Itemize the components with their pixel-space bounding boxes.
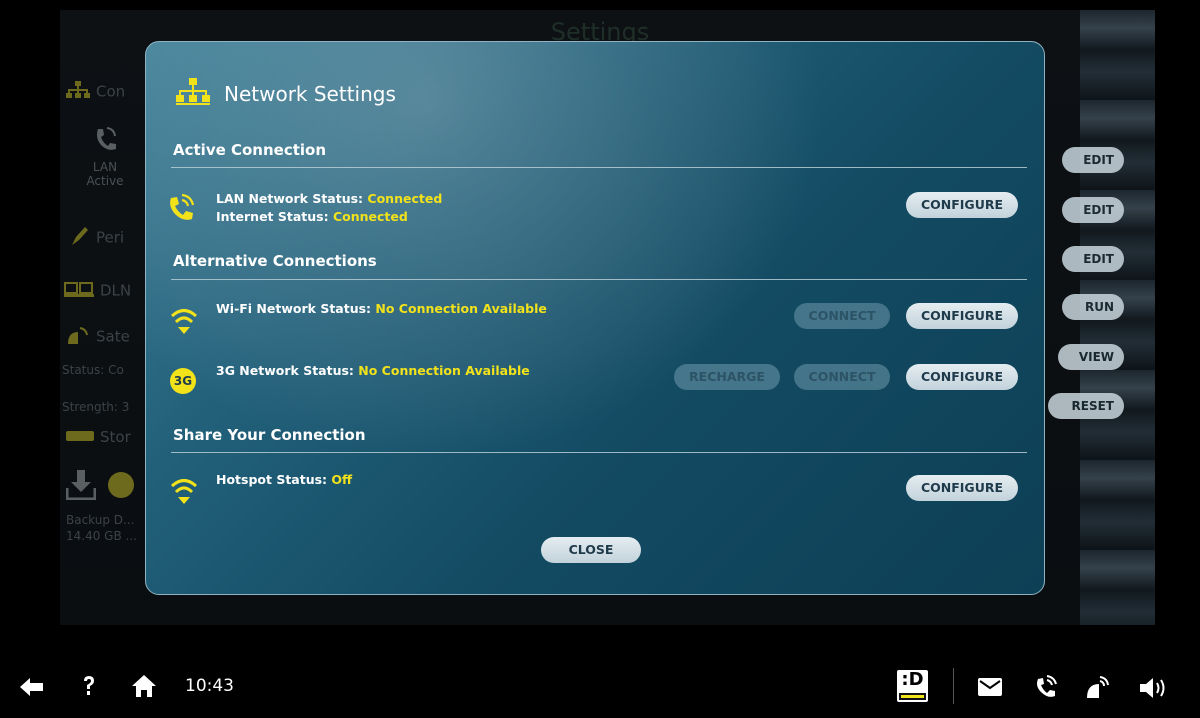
threeg-status-line: 3G Network Status: No Connection Availab… [216,363,530,378]
bg-sidebar-backup-info: Backup D... 14.40 GB ... [66,513,137,543]
bg-sidebar-backup [65,470,135,504]
section-active-connection: Active Connection [173,141,327,159]
storage-icon [66,429,94,447]
download-icon [65,470,97,504]
pie-icon [107,471,135,503]
bg-view-button: VIEW [1058,344,1124,370]
lan-row: LAN Network Status: Connected Internet S… [166,190,1026,230]
lan-status-block: LAN Network Status: Connected Internet S… [216,190,442,226]
pen-icon [70,225,90,251]
bg-sidebar-satellite: Sate [66,324,130,350]
threeg-configure-button[interactable]: CONFIGURE [906,364,1018,390]
wifi-status-line: Wi-Fi Network Status: No Connection Avai… [216,301,547,316]
bg-sidebar-strength: Strength: 3 [62,400,130,414]
lan-status-value: Connected [367,191,443,206]
volume-icon[interactable] [1140,678,1168,702]
section-alternative-connections: Alternative Connections [173,252,377,270]
clock: 10:43 [185,676,234,696]
bg-edit-button-1: EDIT [1062,147,1124,173]
home-icon[interactable] [131,674,157,702]
dvd-logo-icon[interactable]: :D [897,670,928,702]
hotspot-row: Hotspot Status: Off CONFIGURE [166,471,1026,511]
bottom-bar [0,660,1200,718]
threeg-status-block: 3G Network Status: No Connection Availab… [216,362,530,380]
hotspot-configure-button[interactable]: CONFIGURE [906,475,1018,501]
internet-status-line: Internet Status: Connected [216,209,408,224]
close-button[interactable]: CLOSE [541,537,641,563]
wifi-row: Wi-Fi Network Status: No Connection Avai… [166,300,1026,340]
divider [171,167,1027,168]
bg-sidebar-storage: Stor [66,428,131,447]
section-share-connection: Share Your Connection [173,426,366,444]
satellite-icon [66,324,90,350]
threeg-row: 3G 3G Network Status: No Connection Avai… [166,362,1026,402]
network-icon [66,81,90,103]
threeg-recharge-button[interactable]: RECHARGE [674,364,780,390]
internet-status-value: Connected [332,209,408,224]
bg-run-button: RUN [1062,294,1124,320]
hotspot-status-line: Hotspot Status: Off [216,472,353,487]
dialog-title: Network Settings [176,78,396,110]
phone-icon[interactable] [1034,674,1058,704]
wifi-status-value: No Connection Available [375,301,547,316]
bg-sidebar-status: Status: Co [62,363,124,377]
phone-icon [80,125,130,156]
bg-sidebar-dlna: DLN [64,280,131,302]
bg-sidebar-connections: Con [66,81,125,103]
satellite-icon[interactable] [1085,674,1111,704]
back-arrow-icon[interactable] [20,678,44,700]
phone-icon [166,192,196,222]
help-icon[interactable] [82,675,96,701]
bg-edit-button-2: EDIT [1062,197,1124,223]
hotspot-icon [170,476,200,506]
wifi-connect-button[interactable]: CONNECT [794,303,890,329]
wifi-configure-button[interactable]: CONFIGURE [906,303,1018,329]
network-settings-dialog: Network Settings Active Connection LAN N… [145,41,1045,595]
threeg-status-value: No Connection Available [358,363,530,378]
divider [171,279,1027,280]
bottom-bar-separator [953,668,954,704]
wifi-icon [170,306,200,336]
bg-reset-button: RESET [1048,393,1124,419]
bg-sidebar-peripherals: Peri [70,225,124,251]
lan-configure-button[interactable]: CONFIGURE [906,192,1018,218]
mail-icon[interactable] [978,678,1002,700]
bg-edit-button-3: EDIT [1062,246,1124,272]
lan-status-line: LAN Network Status: Connected [216,191,443,206]
dialog-title-text: Network Settings [224,82,396,106]
dlna-icon [64,280,94,302]
hotspot-status-value: Off [331,472,353,487]
bg-sidebar-lan: LAN Active [80,125,130,188]
threeg-connect-button[interactable]: CONNECT [794,364,890,390]
divider [171,452,1027,453]
wifi-status-block: Wi-Fi Network Status: No Connection Avai… [216,300,547,318]
hotspot-status-block: Hotspot Status: Off [216,471,352,489]
threeg-icon: 3G [170,368,196,394]
network-icon [176,78,210,110]
